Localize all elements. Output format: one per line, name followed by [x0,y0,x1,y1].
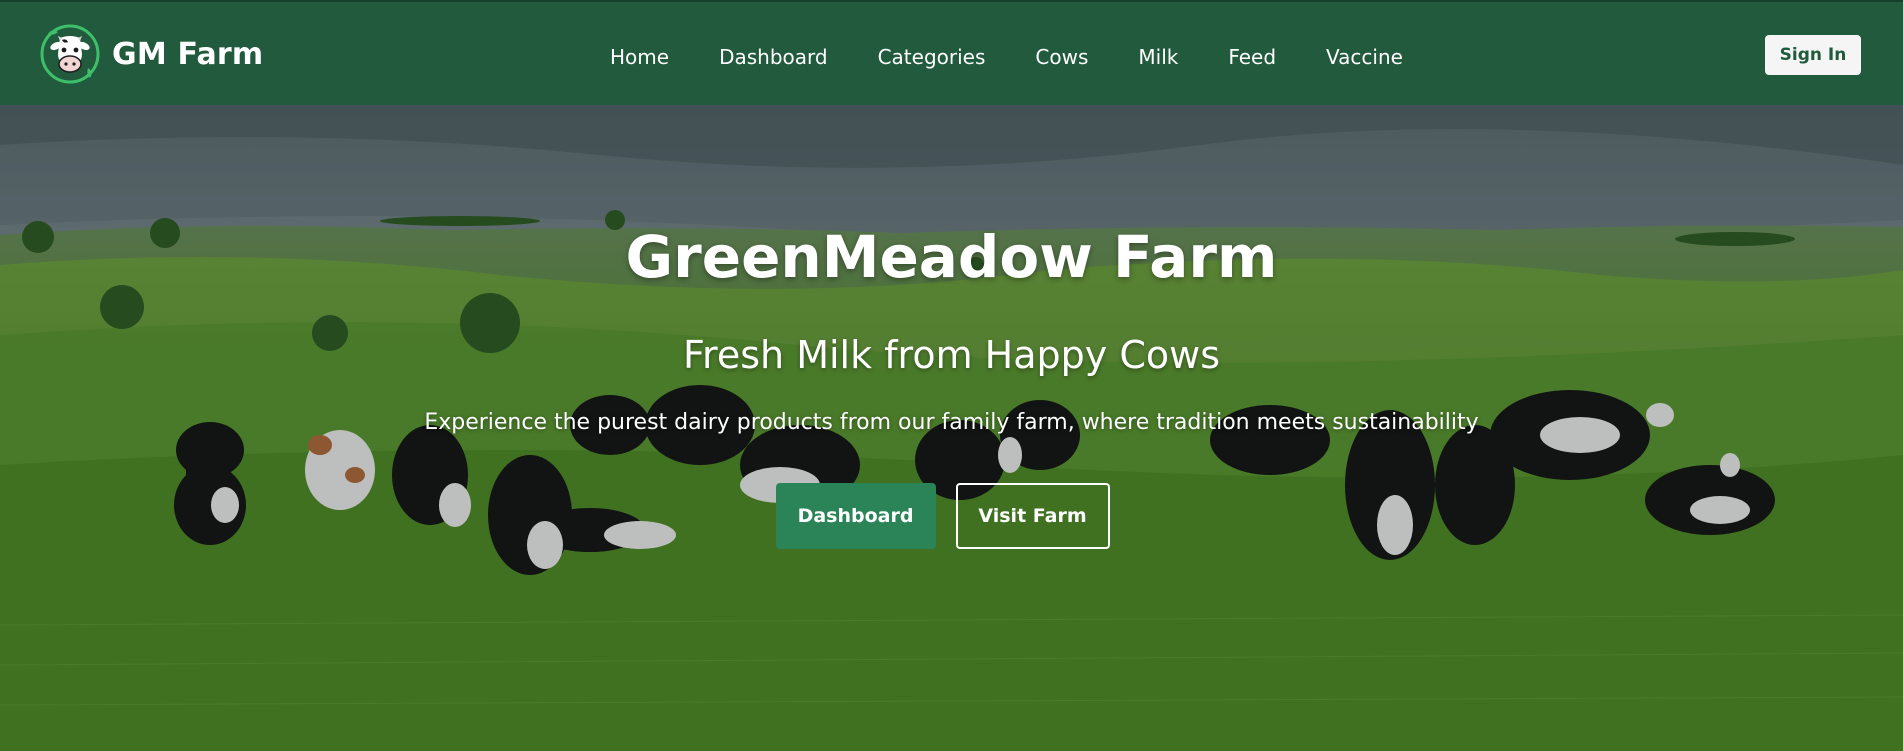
hero-subtitle: Fresh Milk from Happy Cows [682,333,1221,377]
hero-title: GreenMeadow Farm [625,223,1278,291]
visit-farm-button[interactable]: Visit Farm [955,483,1110,549]
nav-categories[interactable]: Categories [878,45,986,69]
nav-home[interactable]: Home [610,45,669,69]
hero-actions: Dashboard Visit Farm [0,483,1894,549]
hero-section: GreenMeadow Farm Fresh Milk from Happy C… [0,105,1903,751]
brand[interactable]: GM Farm [40,22,263,86]
brand-name: GM Farm [112,36,264,72]
hero-description: Experience the purest dairy products fro… [424,410,1479,435]
dashboard-button[interactable]: Dashboard [775,483,936,549]
cow-logo-icon [40,24,100,84]
main-nav: Home Dashboard Categories Cows Milk Feed… [610,40,1403,74]
nav-vaccine[interactable]: Vaccine [1326,45,1403,69]
nav-dashboard[interactable]: Dashboard [719,45,828,69]
navbar: GM Farm Home Dashboard Categories Cows M… [0,0,1903,105]
nav-feed[interactable]: Feed [1228,45,1276,69]
nav-cows[interactable]: Cows [1035,45,1088,69]
sign-in-button[interactable]: Sign In [1765,35,1861,75]
nav-milk[interactable]: Milk [1138,45,1178,69]
